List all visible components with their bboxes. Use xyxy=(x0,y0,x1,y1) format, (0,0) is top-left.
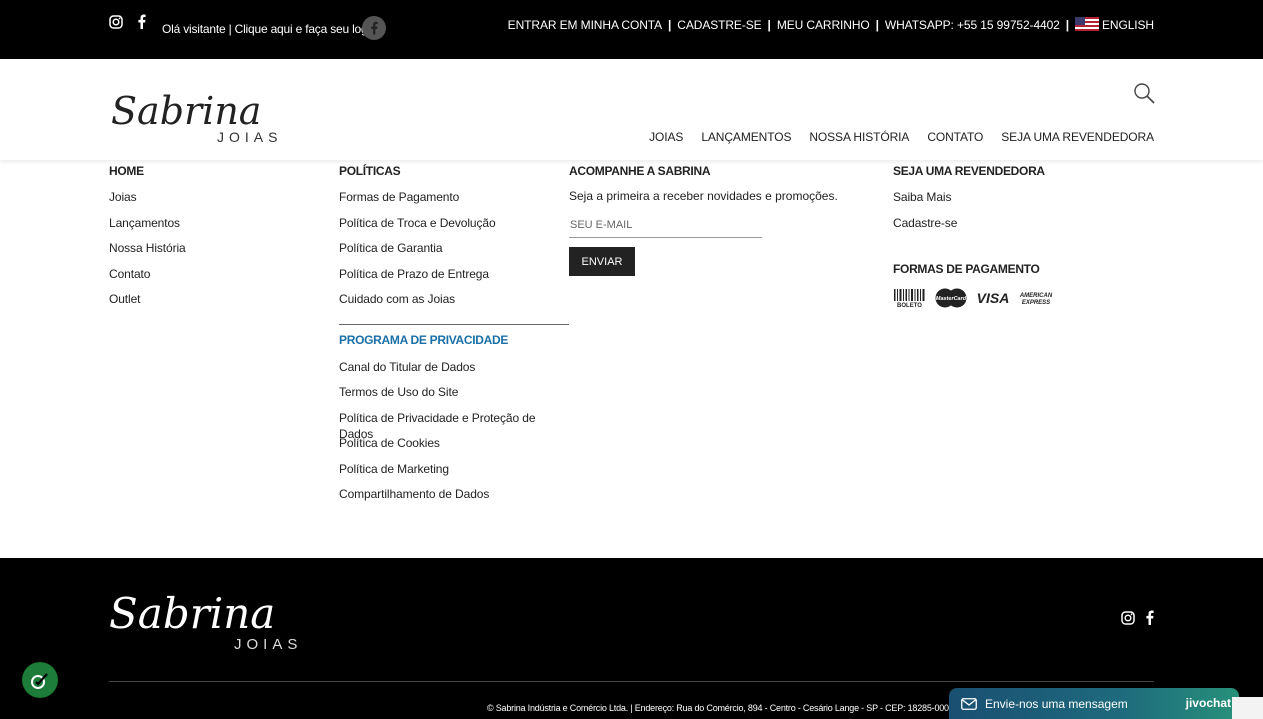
chat-label: Envie-nos uma mensagem xyxy=(985,696,1128,711)
footer-link[interactable]: Lançamentos xyxy=(109,215,309,241)
mastercard-icon: MasterCard xyxy=(934,288,968,308)
footer-home-title[interactable]: HOME xyxy=(109,164,309,179)
main-nav: JOIAS LANÇAMENTOS NOSSA HISTÓRIA CONTATO… xyxy=(649,130,1154,144)
footer-link[interactable]: Termos de Uso do Site xyxy=(339,384,569,410)
footer-link[interactable]: Política de Troca e Devolução xyxy=(339,215,569,241)
footer-link[interactable]: Canal do Titular de Dados xyxy=(339,359,569,385)
search-icon[interactable] xyxy=(1133,82,1155,104)
nav-joias[interactable]: JOIAS xyxy=(649,130,683,144)
svg-text:EXPRESS: EXPRESS xyxy=(1022,300,1050,306)
newsletter-email-input[interactable] xyxy=(569,213,762,238)
privacy-badge-icon[interactable] xyxy=(22,662,58,698)
reseller-title[interactable]: SEJA UMA REVENDEDORA xyxy=(893,164,1143,179)
account-links: ENTRAR EM MINHA CONTA | CADASTRE-SE | ME… xyxy=(508,17,1154,32)
svg-text:BOLETO: BOLETO xyxy=(897,303,922,308)
facebook-icon[interactable] xyxy=(137,14,146,34)
newsletter-send-button[interactable]: ENVIAR xyxy=(569,247,635,276)
footer-legal-text: © Sabrina Indústria e Comércio Ltda. | E… xyxy=(487,703,969,713)
recaptcha-badge xyxy=(1232,697,1263,719)
instagram-icon[interactable] xyxy=(109,14,123,34)
logo-script: Sabrina xyxy=(111,89,261,133)
boleto-icon: BOLETO xyxy=(893,288,926,308)
footer-logo-sub: JOIAS xyxy=(234,636,302,653)
footer-col-policies: POLÍTICAS Formas de Pagamento Política d… xyxy=(339,164,569,512)
footer-link[interactable]: Saiba Mais xyxy=(893,189,1143,215)
newsletter-text: Seja a primeira a receber novidades e pr… xyxy=(569,189,838,203)
footer-link[interactable]: Cuidado com as Joias xyxy=(339,291,569,317)
chat-brand: jivochat xyxy=(1185,696,1231,710)
top-social-links xyxy=(109,14,146,34)
cart-link[interactable]: MEU CARRINHO xyxy=(777,18,870,32)
footer-link[interactable]: Política de Marketing xyxy=(339,461,569,487)
svg-text:VISA: VISA xyxy=(977,290,1010,306)
separator: | xyxy=(767,17,771,32)
logo-sub: JOIAS xyxy=(217,129,282,145)
footer-social-links xyxy=(1121,610,1154,630)
mail-icon xyxy=(961,697,977,710)
language-switch[interactable]: ENGLISH xyxy=(1075,17,1154,32)
footer-col-home: HOME Joias Lançamentos Nossa História Co… xyxy=(109,164,309,317)
svg-text:MasterCard: MasterCard xyxy=(936,296,967,302)
footer-link[interactable]: Outlet xyxy=(109,291,309,317)
nav-nossa-historia[interactable]: NOSSA HISTÓRIA xyxy=(809,130,909,144)
facebook-login-icon[interactable] xyxy=(362,16,386,40)
whatsapp-link[interactable]: WHATSAPP: +55 15 99752-4402 xyxy=(885,18,1060,32)
footer-policies-title: POLÍTICAS xyxy=(339,164,401,178)
language-label: ENGLISH xyxy=(1102,18,1154,32)
footer-link[interactable]: Política de Cookies xyxy=(339,435,569,461)
login-account-link[interactable]: ENTRAR EM MINHA CONTA xyxy=(508,18,662,32)
nav-contato[interactable]: CONTATO xyxy=(927,130,983,144)
nav-seja-revendedora[interactable]: SEJA UMA REVENDEDORA xyxy=(1001,130,1154,144)
footer-link[interactable]: Política de Prazo de Entrega xyxy=(339,266,569,292)
instagram-icon[interactable] xyxy=(1121,610,1135,630)
separator: | xyxy=(875,17,879,32)
facebook-icon[interactable] xyxy=(1145,610,1154,630)
footer-divider xyxy=(109,681,1154,682)
privacy-program-title[interactable]: PROGRAMA DE PRIVACIDADE xyxy=(339,333,569,359)
american-express-icon: AMERICAN EXPRESS xyxy=(1018,288,1054,308)
footer-link[interactable]: Joias xyxy=(109,189,309,215)
footer-col-reseller: SEJA UMA REVENDEDORA Saiba Mais Cadastre… xyxy=(893,164,1143,308)
site-logo[interactable]: Sabrina JOIAS xyxy=(109,84,289,148)
nav-lancamentos[interactable]: LANÇAMENTOS xyxy=(701,130,791,144)
footer-link[interactable]: Formas de Pagamento xyxy=(339,189,569,215)
footer-link[interactable]: Política de Privacidade e Proteção de Da… xyxy=(339,410,569,441)
footer-col-newsletter: ACOMPANHE A SABRINA Seja a primeira a re… xyxy=(569,164,869,276)
login-link[interactable]: Olá visitante | Clique aqui e faça seu l… xyxy=(162,22,380,36)
divider xyxy=(339,323,569,325)
top-bar: Olá visitante | Clique aqui e faça seu l… xyxy=(0,0,1263,59)
us-flag-icon xyxy=(1075,17,1100,31)
visa-icon: VISA xyxy=(976,288,1010,308)
separator: | xyxy=(668,17,672,32)
footer-link[interactable]: Cadastre-se xyxy=(893,215,1143,241)
footer-logo-script: Sabrina xyxy=(109,589,275,638)
newsletter-title: ACOMPANHE A SABRINA xyxy=(569,164,711,178)
footer-logo[interactable]: Sabrina JOIAS xyxy=(109,584,309,654)
separator: | xyxy=(1065,17,1070,32)
payment-icons: BOLETO MasterCard VISA AMERICAN EXPRESS xyxy=(893,288,1143,308)
svg-text:AMERICAN: AMERICAN xyxy=(1019,293,1053,299)
footer-link[interactable]: Contato xyxy=(109,266,309,292)
register-link[interactable]: CADASTRE-SE xyxy=(677,18,761,32)
chat-widget[interactable]: Envie-nos uma mensagem jivochat xyxy=(949,688,1239,719)
footer-link[interactable]: Nossa História xyxy=(109,240,309,266)
footer-link[interactable]: Compartilhamento de Dados xyxy=(339,486,569,512)
footer-link[interactable]: Política de Garantia xyxy=(339,240,569,266)
payment-methods-title: FORMAS DE PAGAMENTO xyxy=(893,262,1040,276)
